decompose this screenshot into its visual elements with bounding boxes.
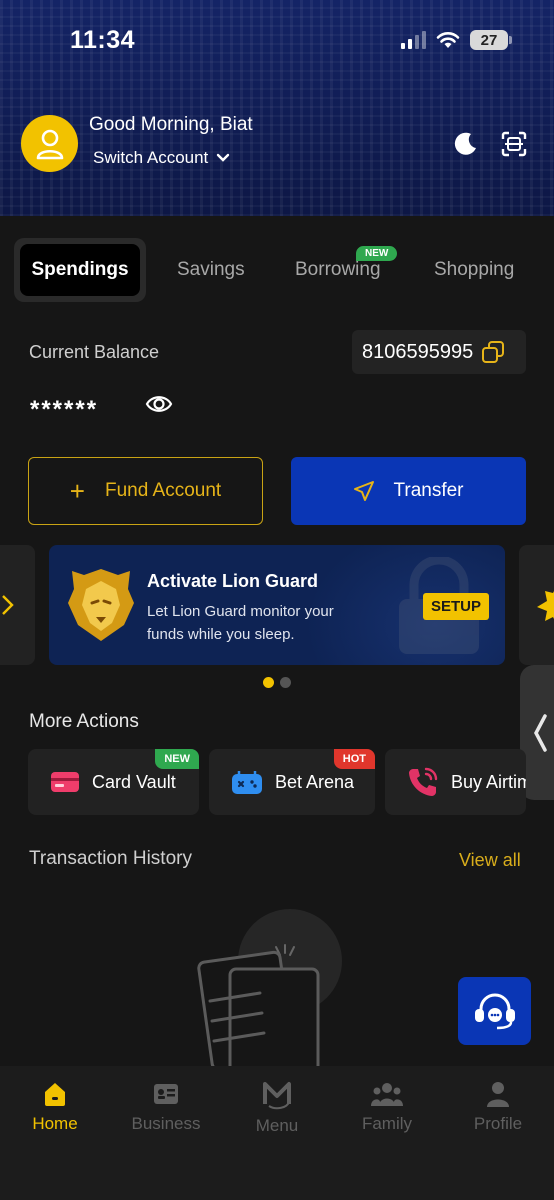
nav-home[interactable]: Home [5,1080,105,1134]
wifi-icon [436,32,460,48]
next-promo-card[interactable] [519,545,554,665]
header: 11:34 27 Good Morning, Biat Switch Accou… [0,0,554,216]
scan-button[interactable] [498,128,530,160]
status-time: 11:34 [70,26,136,54]
tab-savings[interactable]: Savings [177,238,245,302]
lion-icon [68,569,134,641]
eye-icon [145,396,173,412]
carousel-dot[interactable] [280,677,291,688]
transfer-button[interactable]: Transfer [291,457,526,525]
view-all-link[interactable]: View all [459,850,521,871]
moon-icon [454,132,476,155]
family-icon [371,1083,403,1106]
user-icon [36,129,63,159]
new-tag: NEW [155,749,199,769]
greeting: Good Morning, Biat [89,114,253,135]
business-icon [154,1084,178,1104]
balance-value: ****** [30,396,99,423]
menu-logo-icon [263,1082,291,1110]
balance-label: Current Balance [29,342,160,362]
more-actions-title: More Actions [29,711,139,732]
nav-profile[interactable]: Profile [448,1080,548,1134]
chevron-down-icon [217,153,230,162]
copy-icon [482,341,505,363]
account-number: 8106595995 [362,340,474,363]
dark-mode-toggle[interactable] [450,128,482,160]
nav-business-label: Business [131,1114,201,1133]
tab-spendings-label: Spendings [20,244,140,296]
new-badge: NEW [356,246,398,261]
nav-family[interactable]: Family [337,1080,437,1134]
nav-home-label: Home [32,1114,78,1133]
lion-guard-banner[interactable]: Activate Lion Guard Let Lion Guard monit… [49,545,505,665]
transfer-label: Transfer [393,480,464,501]
carousel-dot-active[interactable] [263,677,274,688]
nav-menu[interactable]: Menu [227,1080,327,1136]
account-tabs: Spendings Savings Borrowing NEW Shopping [14,238,544,302]
send-icon [354,481,375,501]
account-number-box[interactable]: 8106595995 [352,330,526,374]
promo-text: Let Lion Guard monitor your funds while … [147,603,334,643]
switch-account-button[interactable]: Switch Account [93,148,230,168]
nav-menu-label: Menu [255,1116,299,1135]
card-vault-label: Card Vault [92,771,176,792]
fund-account-label: Fund Account [104,480,222,501]
scan-icon [501,131,527,157]
promo-title: Activate Lion Guard [147,571,319,591]
switch-account-label: Switch Account [93,148,209,167]
gamepad-icon [232,771,262,794]
tab-spendings[interactable]: Spendings [14,238,146,302]
nav-profile-label: Profile [473,1114,523,1133]
tab-borrowing-label: Borrowing [295,259,381,280]
carousel-dots [263,677,291,688]
buy-airtime-button[interactable]: Buy Airtime [385,749,526,815]
plus-icon: + [69,476,85,506]
phone-icon [409,767,438,796]
chevron-left-icon [534,713,547,752]
status-icons: 27 [401,30,512,50]
empty-documents-illustration [197,909,342,1067]
card-icon [51,772,79,792]
transaction-history-title: Transaction History [29,848,192,869]
previous-promo-card[interactable] [0,545,35,665]
hot-tag: HOT [333,749,375,769]
profile-icon [487,1082,509,1107]
battery-icon: 27 [470,30,512,50]
toggle-balance-button[interactable] [145,392,173,421]
signal-icon [401,31,426,49]
star-badge-icon [537,591,554,621]
card-vault-button[interactable]: Card Vault NEW [28,749,199,815]
bottom-nav: Home Business Menu Family Profile [0,1066,554,1200]
nav-business[interactable]: Business [116,1080,216,1134]
support-chat-button[interactable] [458,977,531,1045]
fund-account-button[interactable]: + Fund Account [28,457,263,525]
headset-icon [474,993,515,1030]
avatar[interactable] [21,115,78,172]
setup-button[interactable]: SETUP [423,593,490,620]
bet-arena-label: Bet Arena [275,771,355,792]
chevron-right-icon [2,595,14,615]
tab-shopping[interactable]: Shopping [434,238,514,302]
buy-airtime-label: Buy Airtime [451,771,526,792]
home-icon [45,1083,65,1106]
nav-family-label: Family [361,1114,413,1133]
bet-arena-button[interactable]: Bet Arena HOT [209,749,375,815]
